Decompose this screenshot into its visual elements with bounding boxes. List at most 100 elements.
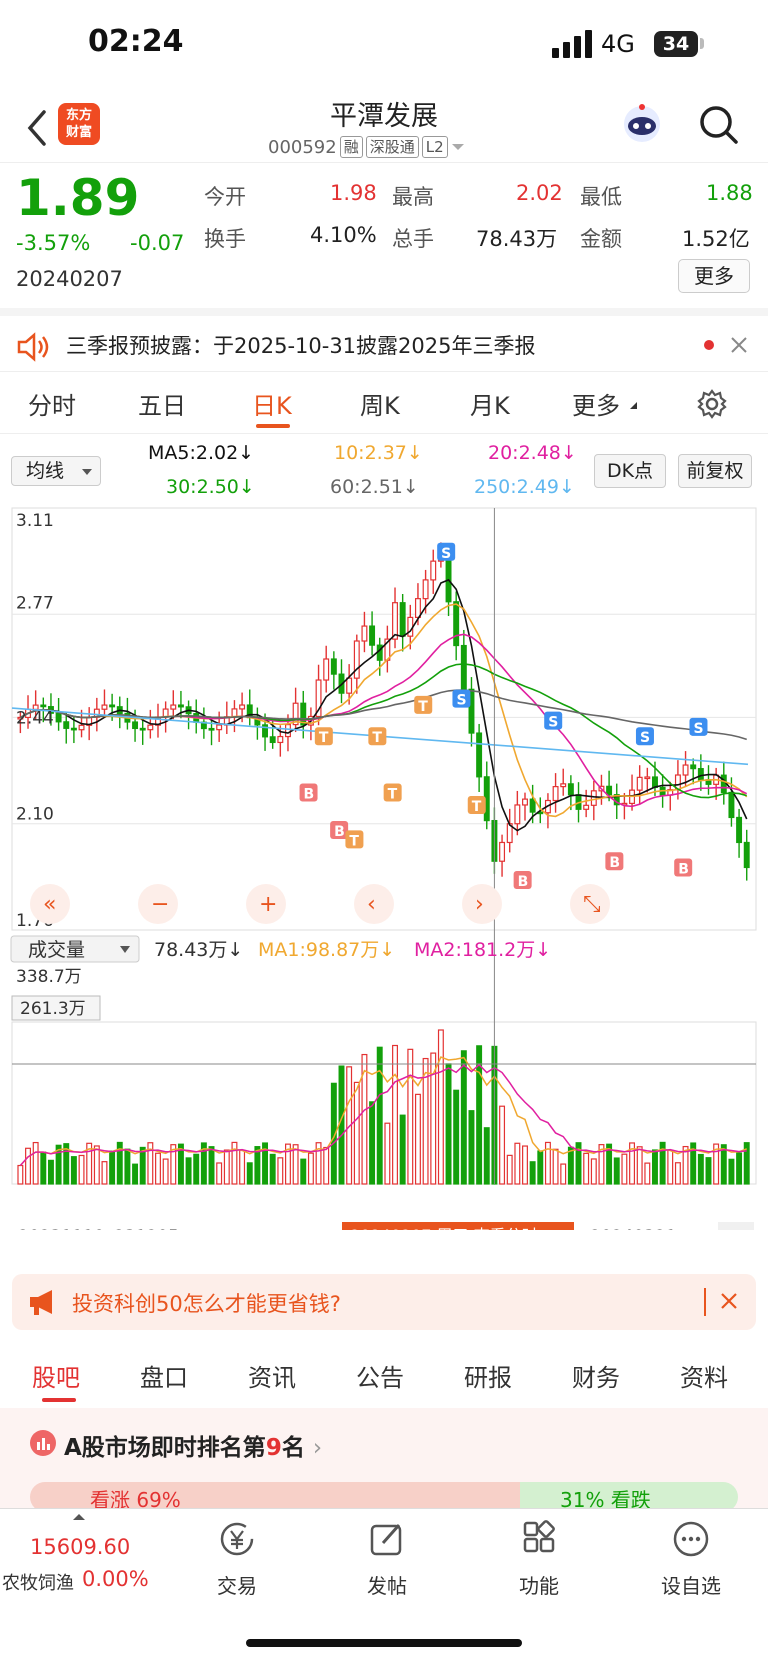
- volume-bar: [376, 1046, 383, 1185]
- volume-bar: [697, 1153, 704, 1185]
- candle-body: [55, 712, 62, 723]
- volume-bar: [437, 1029, 444, 1185]
- candle-body: [583, 804, 590, 810]
- kline-chart[interactable]: BTBTTTTSSTBSBSBS3.112.772.442.101.76« − + ‹…: [0, 500, 768, 1230]
- volume-value: 78.43万: [476, 227, 558, 251]
- post-label: 发帖: [367, 1574, 407, 1598]
- volume-bar: [392, 1044, 398, 1185]
- robot-assistant-icon[interactable]: [620, 102, 664, 146]
- y-tick-top: 3.11: [16, 511, 54, 531]
- volume-bar: [468, 1110, 475, 1185]
- candle-body: [414, 598, 421, 619]
- quote-panel: 1.89 -3.57% -0.07 20240207 今开 1.98 最高 2.…: [0, 162, 768, 302]
- caret-up-icon: [73, 1514, 85, 1520]
- candle-body: [636, 776, 643, 791]
- candle-body: [697, 768, 704, 781]
- volume-bar: [506, 1154, 513, 1185]
- tag-connect: 深股通: [365, 136, 419, 158]
- tab-news[interactable]: 资讯: [248, 1358, 296, 1393]
- candle-body: [682, 764, 689, 776]
- candle-body: [78, 724, 85, 731]
- fullscreen-icon-glyph: ⤡: [583, 892, 601, 917]
- add-watchlist-button[interactable]: 设自选: [636, 1519, 746, 1599]
- volume-bar: [246, 1162, 253, 1185]
- status-bar: 02:24 4G 34: [0, 0, 768, 90]
- tab-monthly-k[interactable]: 月K: [470, 386, 510, 421]
- function-button[interactable]: 功能: [484, 1519, 594, 1599]
- volume-bar: [32, 1141, 39, 1185]
- volume-bar: [40, 1151, 47, 1185]
- candle-body: [239, 704, 246, 710]
- tab-finance[interactable]: 财务: [572, 1358, 620, 1393]
- battery-tip: [700, 38, 704, 49]
- candle-body: [101, 704, 108, 710]
- volume-bar: [499, 1105, 506, 1185]
- tab-more[interactable]: 更多: [572, 386, 620, 421]
- volume-bar: [728, 1158, 735, 1185]
- candle-body: [522, 798, 528, 806]
- dk-point-button[interactable]: DK点: [594, 454, 666, 488]
- trade-button[interactable]: 交易: [182, 1519, 292, 1599]
- search-icon[interactable]: [698, 104, 740, 146]
- megaphone-icon: [30, 1290, 52, 1315]
- volume-bar: [162, 1158, 169, 1185]
- volume-bar: [529, 1161, 536, 1185]
- volume-bar: [93, 1145, 100, 1185]
- dropdown-icon: [451, 144, 464, 150]
- chevron-down-icon: [82, 469, 92, 475]
- rank-text: A股市场即时排名第9名 ›: [64, 1435, 323, 1461]
- adjust-button[interactable]: 前复权: [678, 454, 752, 488]
- candle-body: [560, 783, 567, 788]
- adjust-label: 前复权: [686, 460, 744, 482]
- notice-bar[interactable]: 三季报预披露：于2025-10-31披露2025年三季报: [0, 308, 768, 372]
- tab-profile[interactable]: 资料: [680, 1358, 728, 1393]
- post-button[interactable]: 发帖: [332, 1519, 442, 1599]
- volume-max: 338.7万: [16, 967, 82, 987]
- close-icon[interactable]: [730, 336, 748, 354]
- volume-bar: [399, 1114, 406, 1185]
- candle-body: [453, 601, 460, 647]
- amount-label: 金额: [580, 227, 622, 251]
- more-triangle-icon: [630, 402, 637, 409]
- rank-card[interactable]: A股市场即时排名第9名 › 看涨 69% 31% 看跌: [0, 1408, 768, 1512]
- last-price: 1.89: [16, 169, 140, 227]
- candle-body: [430, 560, 437, 581]
- volume-bar: [139, 1146, 146, 1185]
- ad-banner[interactable]: 投资科创50怎么才能更省钱?: [12, 1274, 756, 1330]
- candle-body: [369, 625, 376, 646]
- stock-code: 000592: [268, 136, 337, 158]
- volume-bar: [323, 1146, 330, 1185]
- volume-bar: [193, 1153, 200, 1185]
- change-value: -0.07: [130, 231, 185, 255]
- ma-select[interactable]: 均线: [11, 456, 101, 486]
- candle-body: [277, 735, 284, 744]
- index-value[interactable]: 15609.60: [30, 1535, 130, 1559]
- candle-body: [231, 708, 238, 718]
- bottom-toolbar: 15609.60 农牧饲渔 0.00% 交易 发帖 功能 设自选: [0, 1508, 768, 1662]
- x-tick-2: 231205: [114, 1227, 179, 1230]
- change-pct: -3.57%: [16, 231, 91, 255]
- settings-icon[interactable]: [696, 388, 728, 420]
- tab-five-day[interactable]: 五日: [138, 386, 186, 421]
- volume-bar: [445, 1063, 452, 1185]
- candle-body: [109, 704, 116, 708]
- tab-weekly-k[interactable]: 周K: [360, 386, 400, 421]
- tab-pankou[interactable]: 盘口: [140, 1358, 188, 1393]
- more-quote-button[interactable]: 更多: [678, 259, 750, 293]
- tab-intraday[interactable]: 分时: [28, 386, 76, 421]
- candle-body: [720, 774, 727, 794]
- candle-body: [147, 724, 154, 731]
- stock-subline[interactable]: 000592 融 深股通 L2: [268, 134, 465, 160]
- candle-body: [743, 841, 750, 869]
- volume-bar: [78, 1154, 85, 1185]
- chart-tabs: 分时 五日 日K 周K 月K 更多: [0, 372, 768, 434]
- volume-label: 总手: [392, 227, 434, 251]
- high-value: 2.02: [516, 181, 563, 205]
- candle-body: [514, 804, 521, 825]
- tab-guba[interactable]: 股吧: [32, 1358, 80, 1393]
- volume-bar: [101, 1161, 108, 1185]
- close-icon[interactable]: [720, 1292, 738, 1310]
- tab-announcement[interactable]: 公告: [356, 1358, 404, 1393]
- tab-daily-k[interactable]: 日K: [252, 386, 292, 421]
- tab-research[interactable]: 研报: [464, 1358, 512, 1393]
